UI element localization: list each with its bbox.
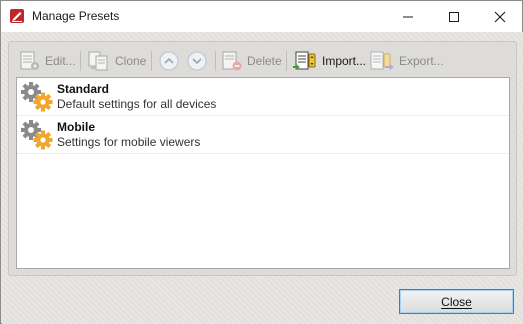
move-down-button[interactable] [187, 51, 207, 71]
close-button-label: Close [441, 294, 472, 309]
window-title: Manage Presets [32, 9, 120, 23]
preset-name: Mobile [57, 120, 95, 134]
import-label: Import... [322, 54, 367, 68]
edit-label: Edit... [45, 54, 76, 68]
edit-button[interactable]: Edit... [19, 47, 76, 75]
delete-button[interactable]: Delete [221, 47, 282, 75]
gears-icon [21, 120, 53, 150]
import-preset-icon [293, 51, 316, 70]
close-icon [494, 11, 506, 22]
window-close-button[interactable] [477, 1, 523, 32]
list-item[interactable]: Mobile Settings for mobile viewers [17, 116, 509, 154]
export-preset-icon [370, 51, 394, 70]
import-button[interactable]: Import... [292, 47, 366, 75]
preset-description: Settings for mobile viewers [57, 135, 201, 149]
toolbar-separator [215, 51, 216, 71]
clone-preset-icon [88, 51, 108, 71]
edit-preset-icon [20, 51, 39, 70]
presets-toolbar: Edit... Clone Delete Import... Export... [13, 47, 513, 75]
minimize-icon [403, 16, 413, 17]
title-bar[interactable]: Manage Presets [1, 1, 522, 32]
pdf-editor-app-icon [10, 9, 24, 23]
toolbar-separator [151, 51, 152, 71]
maximize-icon [449, 11, 459, 22]
export-label: Export... [399, 54, 444, 68]
toolbar-separator [286, 51, 287, 71]
delete-preset-icon [222, 51, 242, 71]
preset-description: Default settings for all devices [57, 97, 217, 111]
close-button[interactable]: Close [399, 289, 514, 314]
export-button[interactable]: Export... [369, 47, 444, 75]
preset-name: Standard [57, 82, 110, 96]
clone-button[interactable]: Clone [87, 47, 146, 75]
presets-list: Standard Default settings for all device… [16, 77, 510, 269]
gears-icon [21, 82, 53, 112]
maximize-button[interactable] [431, 1, 477, 32]
list-item[interactable]: Standard Default settings for all device… [17, 78, 509, 116]
toolbar-separator [80, 51, 81, 71]
move-up-button[interactable] [159, 51, 179, 71]
minimize-button[interactable] [385, 1, 431, 32]
clone-label: Clone [115, 54, 147, 68]
manage-presets-dialog: Manage Presets Edit... Clone Delete Impo… [0, 0, 523, 324]
delete-label: Delete [247, 54, 282, 68]
